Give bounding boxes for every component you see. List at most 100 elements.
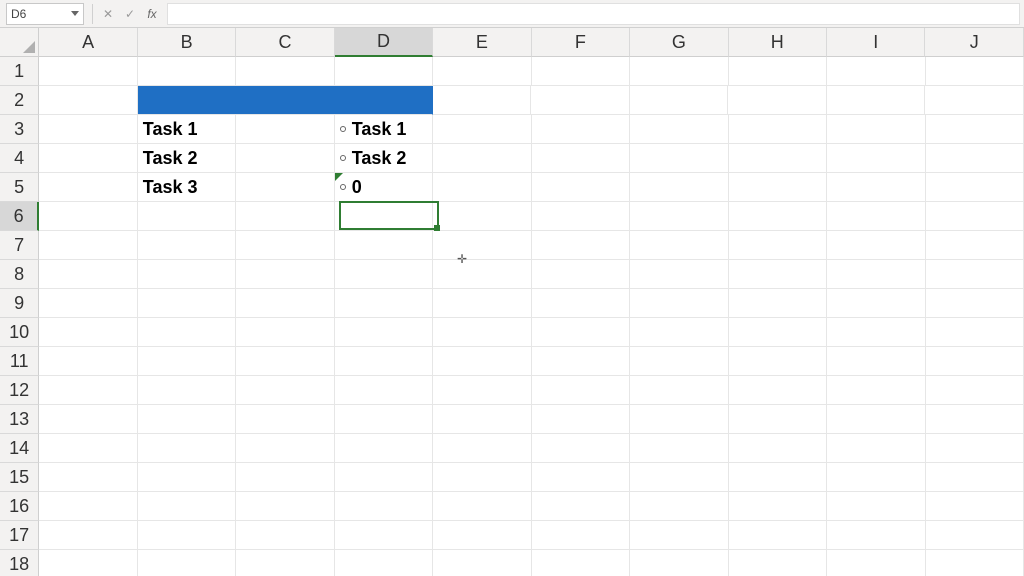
cell-J2[interactable] — [925, 86, 1024, 115]
fx-icon[interactable]: fx — [142, 4, 162, 24]
select-all-corner[interactable] — [0, 28, 39, 57]
cell-B1[interactable] — [138, 57, 236, 86]
cell-E17[interactable] — [433, 521, 531, 550]
cell-A8[interactable] — [39, 260, 137, 289]
cell-B15[interactable] — [138, 463, 236, 492]
cell-C6[interactable] — [236, 202, 334, 231]
column-header-D[interactable]: D — [335, 28, 433, 57]
enter-icon[interactable]: ✓ — [120, 4, 140, 24]
cell-I12[interactable] — [827, 376, 925, 405]
cell-C13[interactable] — [236, 405, 334, 434]
cell-I10[interactable] — [827, 318, 925, 347]
cell-G13[interactable] — [630, 405, 728, 434]
row-header-10[interactable]: 10 — [0, 318, 39, 347]
cell-C11[interactable] — [236, 347, 334, 376]
cell-J10[interactable] — [926, 318, 1024, 347]
cell-C1[interactable] — [236, 57, 334, 86]
column-header-B[interactable]: B — [138, 28, 236, 57]
row-header-3[interactable]: 3 — [0, 115, 39, 144]
column-header-I[interactable]: I — [827, 28, 925, 57]
cell-J4[interactable] — [926, 144, 1024, 173]
cell-F2[interactable] — [531, 86, 630, 115]
cell-G6[interactable] — [630, 202, 728, 231]
cell-D10[interactable] — [335, 318, 433, 347]
column-header-J[interactable]: J — [925, 28, 1023, 57]
cell-B14[interactable] — [138, 434, 236, 463]
cell-D3[interactable]: Task 1 — [335, 115, 433, 144]
cell-I15[interactable] — [827, 463, 925, 492]
cell-I11[interactable] — [827, 347, 925, 376]
cell-A16[interactable] — [39, 492, 137, 521]
cell-D13[interactable] — [335, 405, 433, 434]
cell-C7[interactable] — [236, 231, 334, 260]
cell-H4[interactable] — [729, 144, 827, 173]
cell-G3[interactable] — [630, 115, 728, 144]
cell-A13[interactable] — [39, 405, 137, 434]
merged-header-cell[interactable] — [138, 86, 433, 115]
row-header-6[interactable]: 6 — [0, 202, 39, 231]
cell-E5[interactable] — [433, 173, 531, 202]
cell-B16[interactable] — [138, 492, 236, 521]
cell-I8[interactable] — [827, 260, 925, 289]
cell-G12[interactable] — [630, 376, 728, 405]
cell-C10[interactable] — [236, 318, 334, 347]
cell-B4[interactable]: Task 2 — [138, 144, 236, 173]
cell-H18[interactable] — [729, 550, 827, 576]
column-header-H[interactable]: H — [729, 28, 827, 57]
row-header-4[interactable]: 4 — [0, 144, 39, 173]
column-header-C[interactable]: C — [236, 28, 334, 57]
cell-D11[interactable] — [335, 347, 433, 376]
cell-E6[interactable] — [433, 202, 531, 231]
cell-C16[interactable] — [236, 492, 334, 521]
cell-D4[interactable]: Task 2 — [335, 144, 433, 173]
cell-J15[interactable] — [926, 463, 1024, 492]
cell-F6[interactable] — [532, 202, 630, 231]
cell-B6[interactable] — [138, 202, 236, 231]
cell-F5[interactable] — [532, 173, 630, 202]
cell-E8[interactable] — [433, 260, 531, 289]
cell-H10[interactable] — [729, 318, 827, 347]
cell-F10[interactable] — [532, 318, 630, 347]
cell-G1[interactable] — [630, 57, 728, 86]
cell-G4[interactable] — [630, 144, 728, 173]
cell-F4[interactable] — [532, 144, 630, 173]
cell-D16[interactable] — [335, 492, 433, 521]
spreadsheet-grid[interactable]: ABCDEFGHIJ 123Task 1Task 14Task 2Task 25… — [0, 28, 1024, 576]
cell-D6[interactable] — [335, 202, 433, 231]
row-header-9[interactable]: 9 — [0, 289, 39, 318]
cell-A14[interactable] — [39, 434, 137, 463]
cell-A6[interactable] — [39, 202, 137, 231]
cell-D12[interactable] — [335, 376, 433, 405]
cell-G7[interactable] — [630, 231, 728, 260]
cell-J7[interactable] — [926, 231, 1024, 260]
cell-G10[interactable] — [630, 318, 728, 347]
cell-I18[interactable] — [827, 550, 925, 576]
cell-I17[interactable] — [827, 521, 925, 550]
cell-C14[interactable] — [236, 434, 334, 463]
cell-H2[interactable] — [728, 86, 827, 115]
cell-I2[interactable] — [827, 86, 926, 115]
row-header-1[interactable]: 1 — [0, 57, 39, 86]
cell-D14[interactable] — [335, 434, 433, 463]
cell-B12[interactable] — [138, 376, 236, 405]
cell-C3[interactable] — [236, 115, 334, 144]
cell-F7[interactable] — [532, 231, 630, 260]
cell-A15[interactable] — [39, 463, 137, 492]
formula-input[interactable] — [167, 3, 1020, 25]
cell-J14[interactable] — [926, 434, 1024, 463]
cell-F18[interactable] — [532, 550, 630, 576]
cell-I4[interactable] — [827, 144, 925, 173]
cell-A18[interactable] — [39, 550, 137, 576]
cell-H8[interactable] — [729, 260, 827, 289]
cell-F8[interactable] — [532, 260, 630, 289]
cell-E14[interactable] — [433, 434, 531, 463]
cell-F16[interactable] — [532, 492, 630, 521]
cell-J16[interactable] — [926, 492, 1024, 521]
cell-A5[interactable] — [39, 173, 137, 202]
cell-E16[interactable] — [433, 492, 531, 521]
cell-A7[interactable] — [39, 231, 137, 260]
cell-C17[interactable] — [236, 521, 334, 550]
cell-J8[interactable] — [926, 260, 1024, 289]
row-header-14[interactable]: 14 — [0, 434, 39, 463]
cell-E15[interactable] — [433, 463, 531, 492]
